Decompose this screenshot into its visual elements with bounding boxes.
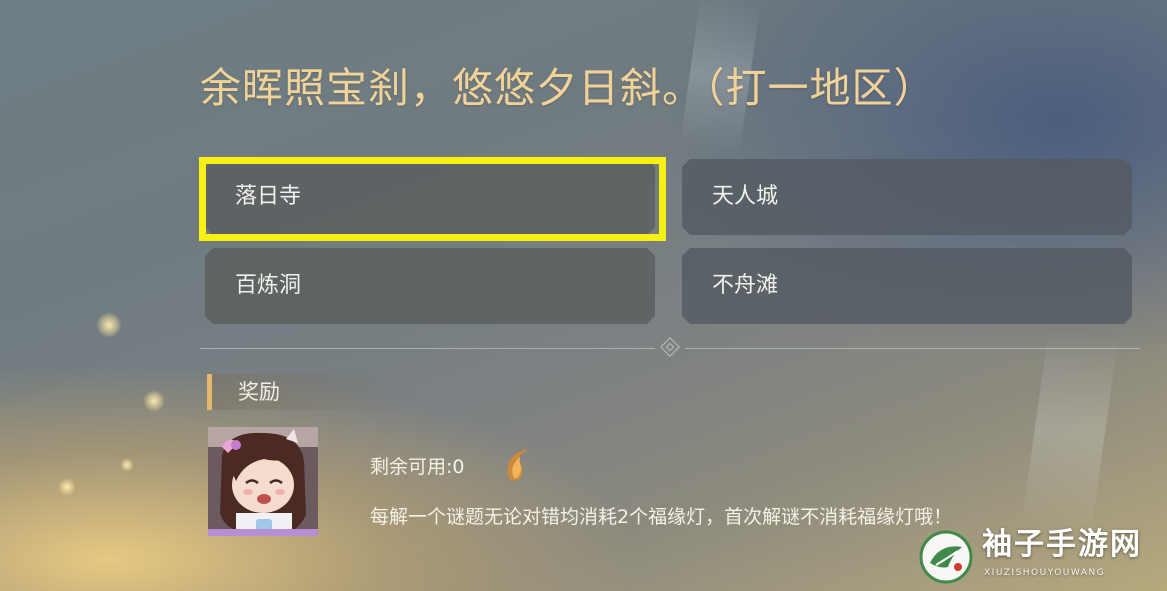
riddle-question: 余晖照宝刹，悠悠夕日斜。（打一地区） <box>200 64 936 112</box>
answer-option-label: 不舟滩 <box>712 273 779 298</box>
divider-ornament-icon <box>660 337 680 357</box>
remaining-count: 剩余可用:0 <box>370 456 465 478</box>
answer-option-1[interactable]: 落日寺 <box>205 159 655 235</box>
bokeh-light <box>143 390 165 412</box>
background-calligraphy <box>1021 326 1119 534</box>
answer-option-3[interactable]: 百炼洞 <box>205 248 655 324</box>
bokeh-light <box>120 458 134 472</box>
answer-option-2[interactable]: 天人城 <box>682 159 1132 235</box>
watermark-subtitle: XIUZISHOUYOUWANG <box>984 568 1106 578</box>
answer-option-label: 百炼洞 <box>235 273 302 298</box>
reward-title: 奖励 <box>238 380 280 404</box>
watermark-title: 袖子手游网 <box>982 527 1142 562</box>
answer-option-4[interactable]: 不舟滩 <box>682 248 1132 324</box>
reward-header: 奖励 <box>207 374 507 410</box>
puzzle-panel: 余晖照宝刹，悠悠夕日斜。（打一地区） 落日寺 天人城 百炼洞 不舟滩 奖励 剩余… <box>0 0 1167 591</box>
section-divider <box>200 337 1140 357</box>
chibi-girl-portrait <box>208 427 318 536</box>
reward-notice: 每解一个谜题无论对错均消耗2个福缘灯，首次解谜不消耗福缘灯哦！ <box>370 506 953 528</box>
reward-header-accent <box>207 374 212 410</box>
bokeh-light <box>58 478 76 496</box>
lamp-icon <box>499 448 529 484</box>
site-watermark: 袖子手游网 XIUZISHOUYOUWANG <box>918 525 1163 587</box>
character-avatar <box>208 427 318 536</box>
watermark-logo-icon <box>919 530 973 584</box>
answer-option-label: 落日寺 <box>235 184 302 209</box>
answer-option-label: 天人城 <box>712 184 779 209</box>
bokeh-light <box>96 312 122 338</box>
